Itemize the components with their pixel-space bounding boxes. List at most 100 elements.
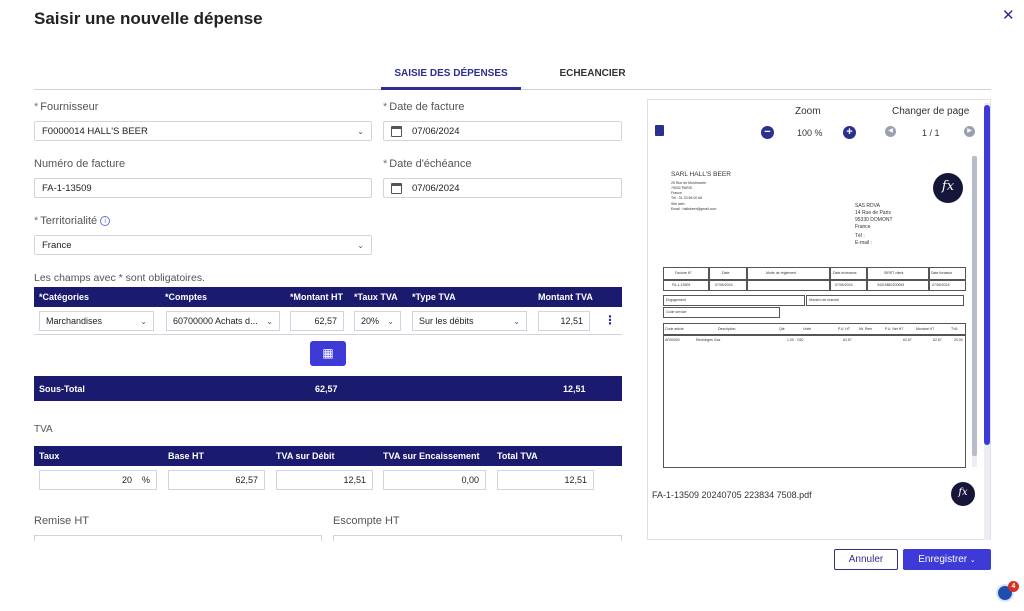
doc-recipient-line: E-mail : [855,240,872,246]
account-select[interactable]: 60700000 Achats d... ⌄ [166,311,280,331]
doc-sender-line: France [671,191,682,195]
tva-encaissement-field[interactable]: 0,00 [383,470,486,490]
chat-badge: 4 [1008,581,1019,592]
doc-cell: Montant HT [916,327,935,331]
escompte-label: Escompte HT [333,515,400,527]
doc-code-service: Code service [666,310,687,314]
territoriality-select[interactable]: France ⌄ [34,235,372,255]
remise-label: Remise HT [34,515,90,527]
doc-marche: Numéro de marché [809,298,839,302]
doc-recipient-line: SAS RDVA [855,203,880,209]
chevron-down-icon: ⌄ [266,316,273,326]
doc-cell: Date [722,271,730,275]
doc-lines-table [663,323,966,468]
due-date-field[interactable]: 07/06/2024 [383,178,622,198]
territoriality-label: * Territorialité i [34,215,111,227]
close-icon[interactable]: ✕ [1002,6,1015,24]
first-page-icon[interactable]: ◀ [885,126,896,137]
page-label: Changer de page [892,106,970,117]
doc-recipient-line: 95330 DOMONT [855,217,893,223]
doc-recipient-line: Tél : [855,233,865,239]
doc-cell: 07/06/2024 [835,283,853,287]
doc-cell: 07/06/2024 [932,283,950,287]
doc-logo: fx [933,173,963,203]
due-date-label: * Date d'échéance [383,158,472,170]
doc-cell: 34319882200063 [877,283,905,287]
zoom-out-icon[interactable]: − [761,126,774,139]
supplier-select[interactable]: F0000014 HALL'S BEER ⌄ [34,121,372,141]
save-button[interactable]: Enregistrer ⌄ [903,549,991,570]
col-taux-tva: *Taux TVA [354,292,398,302]
doc-cell: Unité [803,327,812,331]
zoom-label: Zoom [795,106,821,117]
chevron-down-icon: ⌄ [357,126,364,136]
trash-icon[interactable] [655,125,664,136]
pdf-inner-scrollbar[interactable] [972,156,977,467]
col-montant-tva: Montant TVA [538,292,593,302]
doc-sender-line: 75002 PARIS [671,186,692,190]
col-montant-ht: *Montant HT [290,292,344,302]
doc-cell: 07/06/2024 [715,283,733,287]
add-row-icon: ▦ [322,346,334,360]
invoice-number-input[interactable]: FA-1-13509 [34,178,372,198]
vat-rate-select[interactable]: 20% ⌄ [354,311,401,331]
amount-ht-input[interactable]: 62,57 [290,311,344,331]
invoice-date-field[interactable]: 07/06/2024 [383,121,622,141]
calendar-icon [391,125,402,137]
calendar-icon [391,182,402,194]
row-divider [34,334,622,335]
doc-cell: Description [718,327,736,331]
remise-input[interactable] [34,535,322,541]
info-icon[interactable]: i [100,216,111,227]
zoom-in-icon[interactable]: + [843,126,856,139]
col-comptes: *Comptes [165,292,208,302]
vat-type-select[interactable]: Sur les débits ⌄ [412,311,527,331]
category-select[interactable]: Marchandises ⌄ [39,311,154,331]
invoice-date-label: * Date de facture [383,101,465,113]
tva-debit-field[interactable]: 12,51 [276,470,373,490]
supplier-label: * Fournisseur [34,101,99,113]
add-line-button[interactable]: ▦ [310,341,346,366]
doc-cell: 1,00 [787,338,794,342]
chevron-down-icon: ⌄ [387,316,394,326]
tva-base-ht-field[interactable]: 62,57 [168,470,265,490]
doc-engagement: Engagement [666,298,686,302]
tab-saisie[interactable]: SAISIE DES DÉPENSES [381,68,521,79]
zoom-value: 100 % [797,128,823,138]
required-note: Les champs avec * sont obligatoires. [34,272,206,284]
doc-sender-line: 25 Rue de Montmartre [671,181,707,185]
doc-cell: Code article [665,327,684,331]
doc-cell: AR00003 [665,338,680,342]
last-page-icon[interactable]: ▶ [964,126,975,137]
col-base-ht: Base HT [168,451,205,461]
subtotal-row: Sous-Total 62,57 12,51 [34,376,622,401]
chevron-down-icon: ⌄ [140,316,147,326]
doc-cell: TVA [951,327,958,331]
col-type-tva: *Type TVA [412,292,456,302]
tva-section-label: TVA [34,424,53,435]
viewer-scrollbar[interactable] [984,103,990,540]
doc-cell: P.U. Net HT [885,327,904,331]
chevron-down-icon: ⌄ [513,316,520,326]
doc-cell: 20,00 [954,338,963,342]
tva-rate-field[interactable]: 20% [39,470,157,490]
cancel-button[interactable]: Annuler [834,549,898,570]
doc-sender-line: Email : hallsbeer@gmail.com [671,207,717,211]
col-taux: Taux [39,451,60,461]
tab-echeancier[interactable]: ECHEANCIER [530,68,655,79]
doc-table-rule [866,267,868,291]
doc-recipient-line: France [855,224,871,230]
escompte-input[interactable] [333,535,622,541]
doc-cell: 62,57 [933,338,942,342]
col-tva-encaissement: TVA sur Encaissement [383,451,480,461]
doc-table-rule [708,267,710,291]
doc-cell: Mode de règlement [766,271,797,275]
pdf-page-preview: SARL HALL'S BEER 25 Rue de Montmartre 75… [648,152,980,468]
vat-amount-input[interactable]: 12,51 [538,311,590,331]
pdf-logo: fx [951,482,975,506]
doc-cell: Facture N° [675,271,692,275]
row-menu-icon[interactable]: ⋮ [604,313,616,327]
col-total-tva: Total TVA [497,451,538,461]
tva-total-field[interactable]: 12,51 [497,470,594,490]
chevron-down-icon: ⌄ [357,240,364,250]
